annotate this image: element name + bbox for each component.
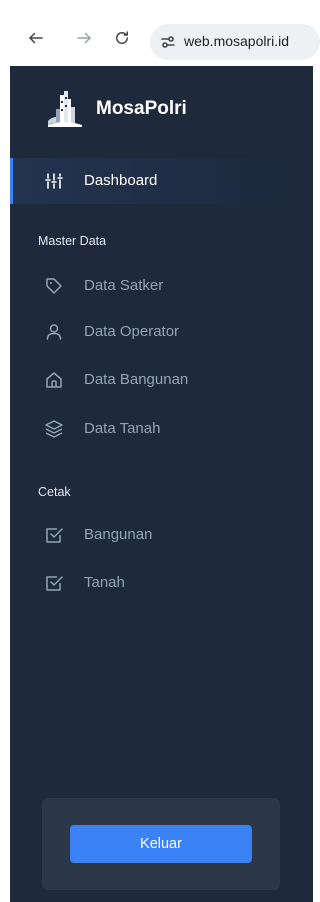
sidebar-item-data-operator[interactable]: Data Operator — [10, 309, 313, 355]
sidebar-item-label: Dashboard — [84, 172, 158, 189]
tag-icon — [46, 278, 62, 294]
sidebar-item-data-tanah[interactable]: Data Tanah — [10, 406, 313, 452]
layers-icon — [45, 420, 63, 438]
sidebar-item-dashboard[interactable]: Dashboard — [10, 158, 313, 204]
sidebar-item-data-satker[interactable]: Data Satker — [10, 263, 313, 309]
back-arrow-icon[interactable] — [26, 28, 46, 48]
sidebar-item-label: Data Operator — [84, 323, 180, 340]
home-icon — [46, 372, 62, 388]
sidebar: MosaPolri Dashboard Master Data Data Sat… — [10, 66, 313, 902]
sidebar-item-label: Tanah — [84, 574, 125, 591]
site-settings-icon[interactable] — [160, 34, 176, 50]
checkbox-icon — [46, 528, 63, 543]
browser-toolbar: web.mosapolri.id — [0, 0, 320, 66]
logout-panel: Keluar — [42, 798, 280, 890]
sliders-icon — [45, 173, 63, 189]
reload-icon[interactable] — [112, 28, 132, 48]
sidebar-item-cetak-tanah[interactable]: Tanah — [10, 560, 313, 606]
logout-button[interactable]: Keluar — [70, 825, 252, 863]
address-bar[interactable]: web.mosapolri.id — [150, 24, 320, 60]
building-logo — [48, 91, 82, 127]
url-text: web.mosapolri.id — [184, 33, 290, 49]
brand[interactable]: MosaPolri — [46, 88, 187, 130]
checkbox-icon — [46, 576, 63, 591]
sidebar-item-data-bangunan[interactable]: Data Bangunan — [10, 357, 313, 403]
sidebar-item-label: Data Tanah — [84, 420, 161, 437]
sidebar-item-label: Data Bangunan — [84, 371, 189, 388]
sidebar-item-label: Bangunan — [84, 526, 153, 543]
forward-arrow-icon[interactable] — [74, 28, 94, 48]
sidebar-item-cetak-bangunan[interactable]: Bangunan — [10, 512, 313, 558]
section-title-master-data: Master Data — [38, 234, 107, 248]
brand-name: MosaPolri — [96, 98, 187, 119]
sidebar-item-label: Data Satker — [84, 277, 164, 294]
user-icon — [46, 324, 62, 340]
section-title-cetak: Cetak — [38, 485, 71, 499]
